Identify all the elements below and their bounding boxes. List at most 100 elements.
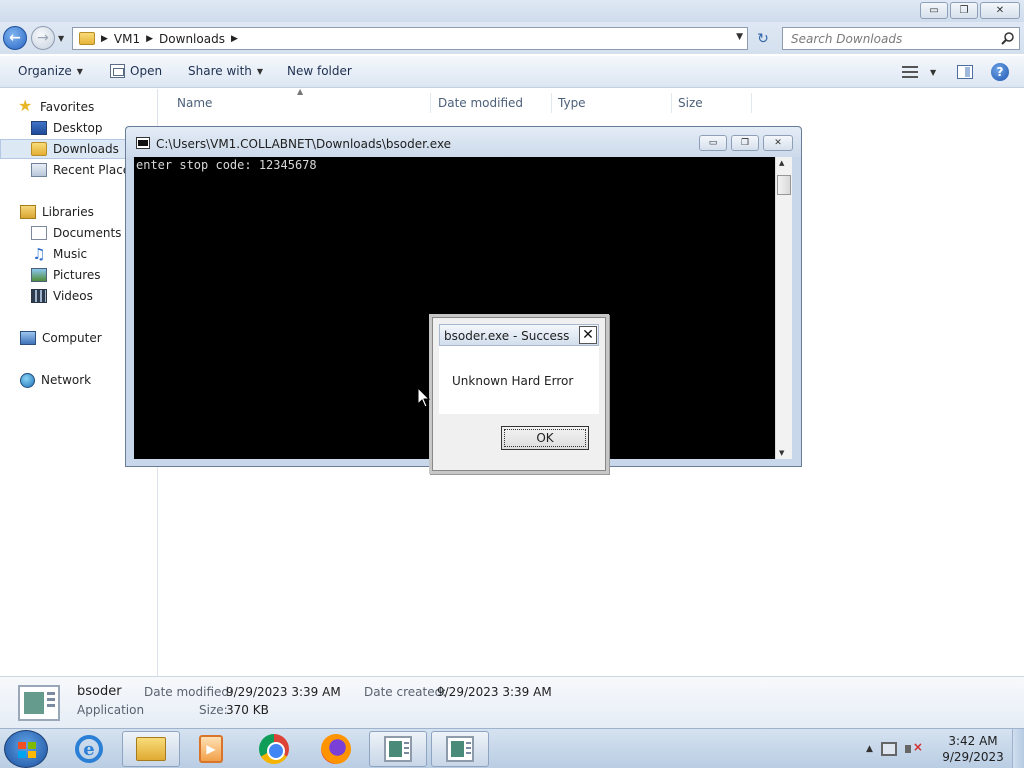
firefox-icon: [321, 734, 351, 764]
share-with-button[interactable]: Share with ▼: [188, 64, 263, 78]
recent-pages-dropdown[interactable]: ▼: [58, 34, 64, 43]
column-size[interactable]: Size: [672, 93, 752, 113]
command-bar: Organize ▼ Open Share with ▼ New folder ▼ …: [0, 56, 1024, 88]
system-tray: ▲: [866, 729, 923, 768]
network-icon: [20, 372, 35, 388]
window-controls: ▭ ❐ ✕: [920, 2, 1020, 19]
column-date-modified[interactable]: Date modified: [432, 93, 552, 113]
search-icon[interactable]: [1001, 31, 1015, 45]
recent-places-icon: [31, 163, 47, 177]
details-pane: bsoder Application Date modified: 9/29/2…: [0, 676, 1024, 728]
computer-icon: [20, 331, 36, 345]
minimize-button[interactable]: ▭: [920, 2, 948, 19]
forward-button[interactable]: →: [31, 26, 55, 50]
chrome-icon: [259, 734, 289, 764]
taskbar-console-app[interactable]: [369, 731, 427, 767]
application-icon: [18, 685, 60, 721]
windows-explorer-icon: [136, 737, 166, 761]
message-text: Unknown Hard Error: [452, 374, 574, 388]
media-player-icon: ▶: [199, 735, 223, 763]
documents-icon: [31, 226, 47, 240]
open-button[interactable]: Open: [110, 64, 162, 78]
size-label: Size:: [199, 703, 228, 717]
application-icon: [384, 736, 412, 762]
console-minimize-button[interactable]: ▭: [699, 135, 727, 151]
show-desktop-button[interactable]: [1012, 729, 1024, 768]
pictures-icon: [31, 268, 47, 282]
message-box-close-button[interactable]: ✕: [579, 326, 597, 344]
new-folder-button[interactable]: New folder: [287, 64, 352, 78]
chevron-down-icon: ▼: [256, 66, 264, 76]
windows-logo-icon: [18, 742, 36, 758]
chevron-right-icon[interactable]: ▶: [231, 34, 238, 44]
close-button[interactable]: ✕: [980, 2, 1020, 19]
console-window-controls: ▭ ❐ ✕: [699, 135, 793, 151]
console-title: C:\Users\VM1.COLLABNET\Downloads\bsoder.…: [156, 137, 452, 151]
back-button[interactable]: ←: [3, 26, 27, 50]
taskbar-chrome[interactable]: [245, 731, 303, 767]
network-status-icon[interactable]: [880, 742, 897, 756]
organize-button[interactable]: Organize ▼: [18, 64, 83, 78]
forward-arrow-icon: →: [37, 30, 49, 46]
nav-label: Pictures: [53, 268, 101, 282]
taskbar-firefox[interactable]: [307, 731, 365, 767]
search-input[interactable]: [791, 31, 991, 46]
refresh-button[interactable]: ↻: [752, 28, 774, 49]
mouse-cursor-icon: [417, 387, 431, 408]
scroll-down-icon[interactable]: ▼: [779, 449, 784, 457]
internet-explorer-icon: e: [75, 735, 103, 763]
breadcrumb-vm1[interactable]: VM1: [114, 32, 140, 46]
volume-muted-icon[interactable]: [904, 740, 923, 756]
taskbar-internet-explorer[interactable]: e: [60, 731, 118, 767]
clock[interactable]: 3:42 AM 9/29/2023: [938, 733, 1008, 765]
console-scrollbar[interactable]: ▲ ▼: [775, 157, 792, 459]
chevron-right-icon[interactable]: ▶: [101, 34, 108, 44]
address-bar[interactable]: ▶ VM1 ▶ Downloads ▶ ▼: [72, 27, 748, 50]
music-icon: ♫: [32, 245, 46, 263]
organize-label: Organize: [18, 64, 72, 78]
column-type[interactable]: Type: [552, 93, 672, 113]
restore-button[interactable]: ❐: [950, 2, 978, 19]
message-box-titlebar[interactable]: bsoder.exe - Success ✕: [439, 324, 599, 346]
nav-label: Libraries: [42, 205, 94, 219]
clock-date: 9/29/2023: [942, 750, 1004, 764]
change-view-button[interactable]: ▼: [902, 62, 936, 82]
console-close-button[interactable]: ✕: [763, 135, 793, 151]
preview-pane-button[interactable]: [957, 62, 973, 82]
details-file-type: Application: [77, 703, 145, 717]
start-button[interactable]: [4, 730, 48, 768]
date-created-label: Date created:: [364, 685, 447, 699]
scroll-up-icon[interactable]: ▲: [779, 159, 784, 167]
address-row: ← → ▼ ▶ VM1 ▶ Downloads ▶ ▼ ↻: [0, 22, 1024, 54]
help-button[interactable]: ?: [991, 62, 1009, 82]
column-headers: ▲ Name Date modified Type Size: [159, 87, 1024, 113]
date-modified-value: 9/29/2023 3:39 AM: [226, 685, 341, 699]
date-created-value: 9/29/2023 3:39 AM: [437, 685, 552, 699]
address-dropdown-icon[interactable]: ▼: [736, 32, 743, 42]
taskbar-message-box-app[interactable]: [431, 731, 489, 767]
search-box[interactable]: [782, 27, 1020, 50]
nav-label: Network: [41, 373, 92, 387]
column-name[interactable]: Name: [171, 93, 431, 113]
nav-favorites[interactable]: ★ Favorites: [18, 97, 176, 117]
breadcrumb-downloads[interactable]: Downloads: [159, 32, 225, 46]
back-arrow-icon: ←: [9, 30, 21, 46]
ok-button[interactable]: OK: [501, 426, 589, 450]
views-icon: [902, 66, 918, 78]
show-hidden-icons-icon[interactable]: ▲: [866, 744, 873, 754]
taskbar-media-player[interactable]: ▶: [182, 731, 240, 767]
chevron-down-icon[interactable]: ▼: [930, 68, 936, 77]
star-icon: ★: [18, 96, 33, 115]
chevron-down-icon: ▼: [76, 66, 83, 76]
application-icon: [446, 736, 474, 762]
nav-label: Computer: [42, 331, 102, 345]
scroll-thumb[interactable]: [777, 175, 791, 195]
chevron-right-icon[interactable]: ▶: [146, 34, 153, 44]
console-titlebar[interactable]: C:\Users\VM1.COLLABNET\Downloads\bsoder.…: [126, 127, 801, 157]
desktop-icon: [31, 121, 47, 135]
taskbar-windows-explorer[interactable]: [122, 731, 180, 767]
console-maximize-button[interactable]: ❐: [731, 135, 759, 151]
open-icon: [110, 64, 125, 78]
share-with-label: Share with: [188, 64, 252, 78]
preview-pane-icon: [957, 65, 973, 79]
